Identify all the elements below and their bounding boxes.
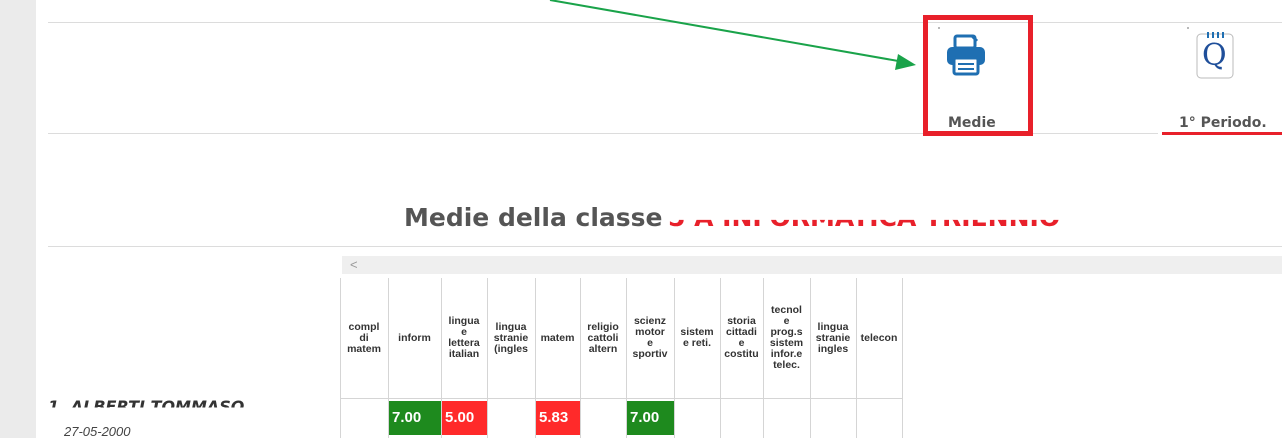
grade-cell[interactable]: 5.00 <box>442 401 487 435</box>
scroll-left-arrow-icon[interactable]: < <box>350 256 358 274</box>
subject-header[interactable]: tecnol e prog.s sistem infor.e telec. <box>763 278 810 398</box>
table-top-divider <box>48 246 1282 247</box>
subject-header[interactable]: inform <box>388 278 441 398</box>
subject-header[interactable]: sistem e reti. <box>674 278 720 398</box>
printer-icon <box>947 34 985 76</box>
subject-header[interactable]: religio cattoli altern <box>580 278 626 398</box>
periodo-label[interactable]: 1° Periodo. <box>1179 115 1267 131</box>
subject-header[interactable]: matem <box>535 278 580 398</box>
grade-cell[interactable]: 5.83 <box>536 401 580 435</box>
subject-header[interactable]: lingua stranie ingles <box>810 278 856 398</box>
medie-label[interactable]: Medie <box>948 115 996 131</box>
subject-header[interactable]: lingua e lettera italian <box>441 278 487 398</box>
grade-cell[interactable]: 7.00 <box>627 401 674 435</box>
student-birthdate: 27-05-2000 <box>64 424 131 439</box>
subject-header[interactable]: compl di matem <box>340 278 388 398</box>
subject-header[interactable]: storia cittadi e costitu <box>720 278 763 398</box>
subject-header[interactable]: scienz motor e sportiv <box>626 278 674 398</box>
annotation-arrow <box>549 0 916 70</box>
subject-header[interactable]: telecon <box>856 278 902 398</box>
table-horizontal-scrollbar[interactable]: < <box>342 256 1282 274</box>
q-glyph: Q <box>1202 38 1227 73</box>
page-title: Medie della classe <box>404 203 663 232</box>
header-row-divider <box>340 398 902 399</box>
grade-cell[interactable]: 7.00 <box>389 401 441 435</box>
subject-header[interactable]: lingua stranie (ingles <box>487 278 535 398</box>
periodo-button[interactable]: Q <box>1187 27 1234 79</box>
student-name[interactable]: 1. ALBERTI TOMMASO <box>48 397 244 407</box>
class-name: 5 A INFORMATICA TRIENNIO <box>668 203 1061 232</box>
medie-button[interactable] <box>938 27 985 76</box>
table-right-border <box>902 278 903 438</box>
periodo-active-underline <box>1162 132 1282 135</box>
